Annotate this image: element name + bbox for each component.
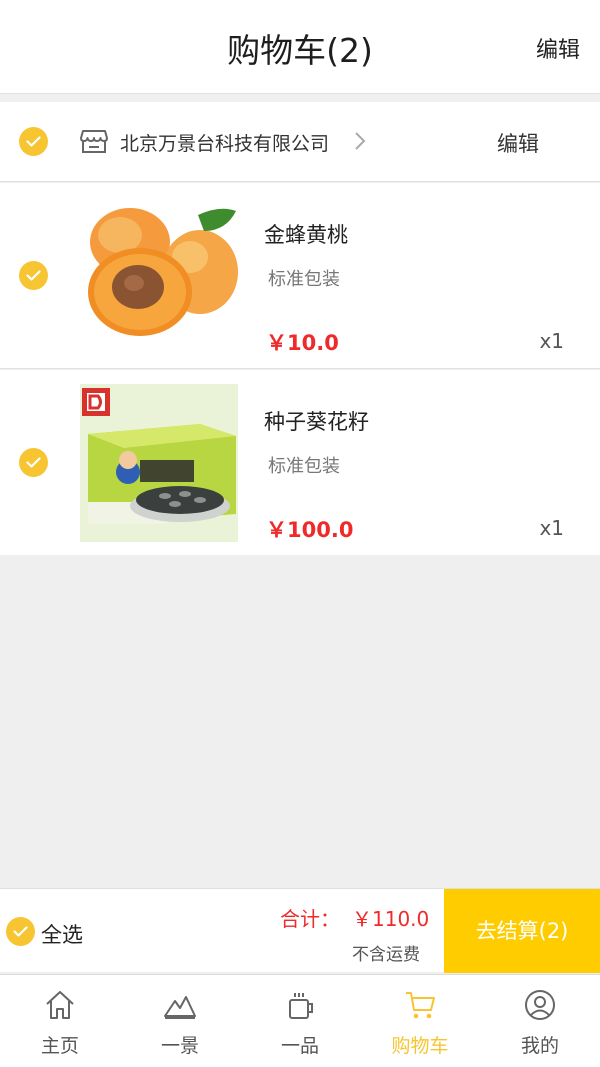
product-spec: 标准包装: [268, 456, 340, 477]
cup-icon: [289, 993, 313, 1019]
store-row: 北京万景台科技有限公司 编辑: [0, 102, 600, 182]
item-checkbox[interactable]: [19, 448, 48, 477]
check-icon: [26, 136, 41, 147]
check-icon: [26, 270, 41, 281]
store-name[interactable]: 北京万景台科技有限公司: [120, 129, 329, 156]
tab-label: 一品: [280, 1035, 319, 1057]
home-icon: [46, 991, 74, 1019]
select-all-checkbox[interactable]: [6, 917, 35, 946]
tab-label: 主页: [40, 1035, 79, 1057]
select-all-label[interactable]: 全选: [41, 919, 83, 949]
cart-item: 金蜂黄桃 标准包装 ￥10.0 x1: [0, 183, 600, 369]
bottom-tab-bar: 主页 一景 一品 购物车 我的: [0, 974, 600, 1067]
product-image-peach[interactable]: [80, 197, 238, 355]
page-title: 购物车(2): [227, 31, 373, 70]
chevron-right-icon[interactable]: [354, 131, 366, 151]
tab-product[interactable]: 一品: [240, 975, 360, 1067]
tab-label: 购物车: [391, 1035, 449, 1057]
store-edit-button[interactable]: 编辑: [497, 128, 539, 158]
product-quantity: x1: [539, 329, 564, 353]
checkout-bar: 全选 合计： ￥110.0 不含运费 去结算(2): [0, 888, 600, 973]
product-spec: 标准包装: [268, 269, 340, 290]
tab-label: 我的: [520, 1035, 559, 1057]
tab-cart[interactable]: 购物车: [360, 975, 480, 1067]
checkout-button[interactable]: 去结算(2): [444, 889, 600, 973]
cart-item: 种子葵花籽 标准包装 ￥100.0 x1: [0, 370, 600, 555]
product-price: ￥100.0: [266, 518, 354, 542]
total-label: 合计：: [280, 907, 340, 931]
product-quantity: x1: [539, 516, 564, 540]
check-icon: [26, 457, 41, 468]
product-price: ￥10.0: [266, 331, 339, 355]
tab-profile[interactable]: 我的: [480, 975, 600, 1067]
total-amount: ￥110.0: [352, 907, 430, 931]
product-image-sunflower-seeds[interactable]: [80, 384, 238, 542]
store-checkbox[interactable]: [19, 127, 48, 156]
edit-button[interactable]: 编辑: [536, 32, 580, 64]
item-checkbox[interactable]: [19, 261, 48, 290]
shipping-note: 不含运费: [352, 945, 420, 965]
shop-icon: [80, 130, 108, 153]
tab-scenery[interactable]: 一景: [120, 975, 240, 1067]
tab-label: 一景: [160, 1035, 199, 1057]
profile-icon: [525, 990, 555, 1020]
top-bar: 购物车(2) 编辑: [0, 0, 600, 94]
check-icon: [13, 926, 28, 937]
product-name[interactable]: 种子葵花籽: [264, 406, 369, 436]
product-name[interactable]: 金蜂黄桃: [264, 219, 348, 249]
tab-home[interactable]: 主页: [0, 975, 120, 1067]
mountain-icon: [164, 996, 196, 1019]
cart-icon: [406, 992, 435, 1019]
divider: [0, 95, 600, 102]
